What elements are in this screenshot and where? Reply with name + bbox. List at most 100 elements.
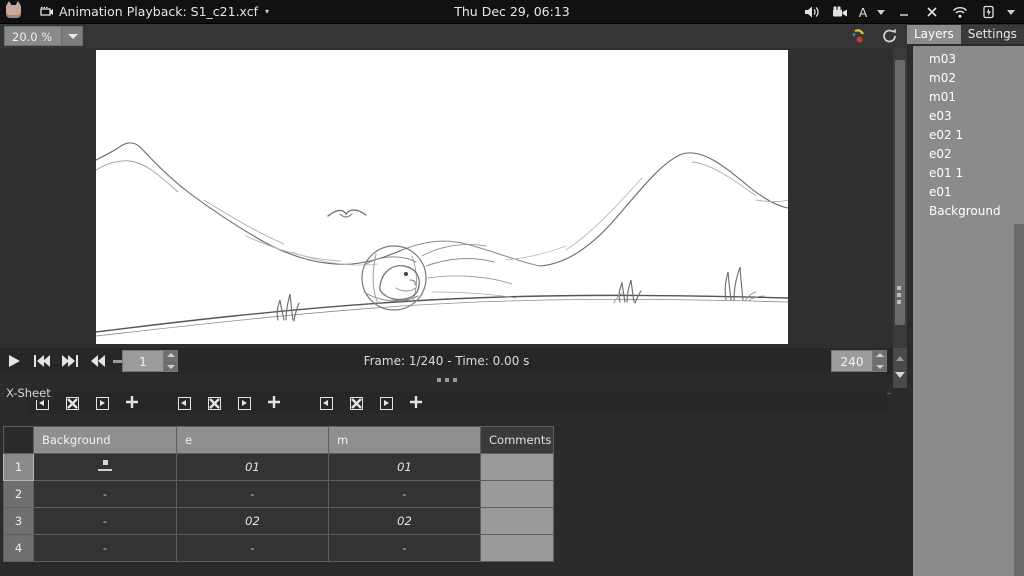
play-button[interactable] — [0, 348, 28, 374]
layer-item[interactable]: m02 — [913, 69, 1024, 88]
row-number-header — [3, 426, 34, 454]
refresh-icon[interactable] — [879, 26, 901, 46]
title-dropdown-icon[interactable]: ▾ — [265, 7, 269, 16]
animation-canvas[interactable] — [96, 50, 788, 344]
column-header-comments[interactable]: Comments — [480, 426, 554, 454]
layer-item[interactable]: e01 1 — [913, 164, 1024, 183]
cell-e[interactable]: - — [176, 534, 329, 562]
cell-background[interactable]: - — [33, 480, 177, 508]
layer-item[interactable]: e01 — [913, 183, 1024, 202]
keyboard-layout-dropdown-icon[interactable] — [872, 0, 890, 24]
start-frame-stepper[interactable]: 1 — [122, 350, 178, 372]
cell-e[interactable]: 02 — [176, 507, 329, 535]
cell-comments[interactable] — [480, 453, 554, 481]
scroll-up-icon[interactable] — [896, 356, 904, 361]
column-header-m[interactable]: m — [328, 426, 481, 454]
add-cell-button[interactable] — [117, 392, 147, 414]
add-cell-button[interactable] — [401, 392, 431, 414]
start-frame-value[interactable]: 1 — [122, 350, 164, 372]
window-title-menu[interactable]: Animation Playback: S1_c21.xcf ▾ — [40, 4, 269, 19]
spin-up-icon[interactable] — [166, 353, 175, 357]
plus-icon — [125, 395, 139, 412]
end-frame-stepper[interactable]: 240 — [831, 350, 887, 372]
dock-tabs: Layers Settings — [907, 24, 1024, 44]
close-button[interactable] — [918, 0, 946, 24]
row-number[interactable]: 4 — [3, 534, 34, 562]
add-cell-button[interactable] — [259, 392, 289, 414]
spin-down-icon[interactable] — [875, 365, 884, 369]
zoom-dropdown-button[interactable] — [61, 26, 84, 46]
cat-app-icon — [0, 0, 26, 24]
tab-layers[interactable]: Layers — [907, 25, 961, 44]
minimize-button[interactable] — [890, 0, 918, 24]
row-number[interactable]: 3 — [3, 507, 34, 535]
skip-to-end-button[interactable] — [56, 348, 84, 374]
onion-skin-icon[interactable] — [847, 26, 869, 46]
column-header-e[interactable]: e — [176, 426, 329, 454]
rewind-button[interactable] — [84, 348, 112, 374]
delete-cell-button[interactable] — [57, 392, 87, 414]
battery-icon[interactable] — [974, 0, 1002, 24]
start-frame-spin-buttons[interactable] — [164, 350, 178, 372]
table-header-row: Background e m Comments — [3, 426, 554, 454]
cell-comments[interactable] — [480, 507, 554, 535]
cell-e[interactable]: - — [176, 480, 329, 508]
step-left-button[interactable] — [169, 392, 199, 414]
xsheet-toolbar-group — [169, 392, 289, 414]
cell-comments[interactable] — [480, 480, 554, 508]
zoom-value[interactable]: 20.0 % — [4, 26, 62, 46]
end-frame-spin-buttons[interactable] — [873, 350, 887, 372]
x-box-icon — [349, 396, 363, 410]
spin-down-icon[interactable] — [166, 365, 175, 369]
end-frame-value[interactable]: 240 — [831, 350, 873, 372]
tab-settings[interactable]: Settings — [960, 25, 1024, 44]
cell-background[interactable]: - — [33, 534, 177, 562]
layer-item[interactable]: e02 1 — [913, 126, 1024, 145]
skip-to-start-button[interactable] — [28, 348, 56, 374]
cell-background[interactable] — [33, 453, 177, 481]
row-number[interactable]: 1 — [3, 453, 34, 481]
scroll-down-icon[interactable] — [895, 372, 905, 378]
layer-item[interactable]: e03 — [913, 107, 1024, 126]
step-right-button[interactable] — [371, 392, 401, 414]
step-left-button[interactable] — [311, 392, 341, 414]
toolbar-separator — [112, 348, 122, 374]
step-right-button[interactable] — [87, 392, 117, 414]
zoom-control[interactable]: 20.0 % — [4, 26, 84, 46]
layer-item[interactable]: m01 — [913, 88, 1024, 107]
delete-cell-button[interactable] — [199, 392, 229, 414]
layer-item[interactable]: Background — [913, 202, 1024, 221]
layer-item[interactable]: e02 — [913, 145, 1024, 164]
scrollbar-thumb[interactable] — [1014, 46, 1024, 224]
column-header-background[interactable]: Background — [33, 426, 177, 454]
table-row[interactable]: 2 - - - — [3, 480, 554, 508]
cell-m[interactable]: 01 — [328, 453, 481, 481]
cell-comments[interactable] — [480, 534, 554, 562]
keyboard-layout-indicator[interactable]: A — [854, 0, 872, 24]
layer-item[interactable]: m03 — [913, 50, 1024, 69]
cell-m[interactable]: 02 — [328, 507, 481, 535]
delete-cell-button[interactable] — [341, 392, 371, 414]
tray-dropdown-icon[interactable] — [1002, 0, 1020, 24]
film-strip-icon — [40, 6, 54, 18]
cell-m[interactable]: - — [328, 480, 481, 508]
cell-e[interactable]: 01 — [176, 453, 329, 481]
row-number[interactable]: 2 — [3, 480, 34, 508]
table-row[interactable]: 3 - 02 02 — [3, 507, 554, 535]
horizontal-splitter[interactable] — [0, 374, 893, 386]
canvas-vertical-scrollbar[interactable] — [893, 48, 907, 348]
step-right-button[interactable] — [229, 392, 259, 414]
cell-m[interactable]: - — [328, 534, 481, 562]
screen-recorder-icon[interactable] — [826, 0, 854, 24]
table-row[interactable]: 4 - - - — [3, 534, 554, 562]
spin-up-icon[interactable] — [875, 353, 884, 357]
wifi-icon[interactable] — [946, 0, 974, 24]
viewer-scroll-stepper[interactable] — [893, 348, 907, 388]
volume-icon[interactable] — [798, 0, 826, 24]
cell-background[interactable]: - — [33, 507, 177, 535]
xsheet-table[interactable]: Background e m Comments 1 01 01 2 - - - … — [3, 426, 887, 576]
table-row[interactable]: 1 01 01 — [3, 453, 554, 481]
x-box-icon — [65, 396, 79, 410]
layers-vertical-scrollbar[interactable] — [1014, 46, 1024, 576]
cell-cursor-icon — [98, 460, 112, 471]
